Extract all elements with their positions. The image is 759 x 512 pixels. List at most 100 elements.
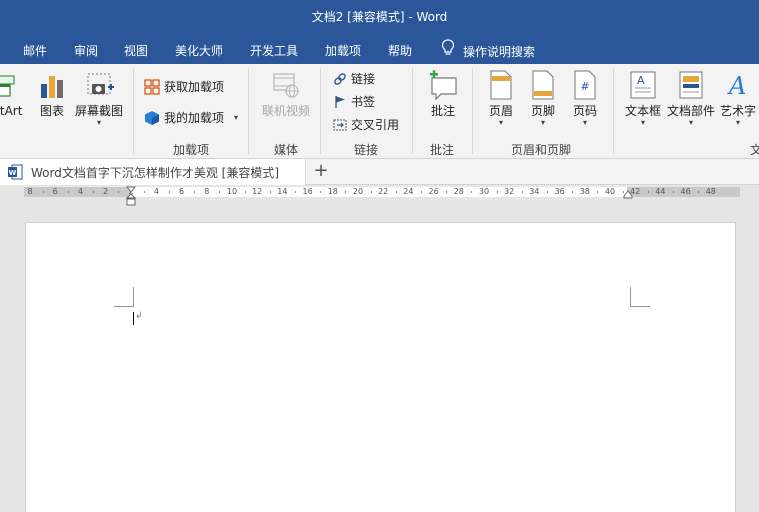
ruler-tick-label: 14: [277, 187, 288, 196]
ruler-tick-label: 30: [478, 187, 490, 196]
ruler-tick-label: 4: [77, 187, 83, 196]
ruler-tick: [421, 191, 422, 193]
ruler-tick: [673, 191, 674, 193]
ruler-tick: [395, 191, 397, 193]
tell-me-search[interactable]: 操作说明搜索: [441, 39, 536, 59]
screenshot-label: 屏幕截图: [74, 104, 123, 118]
bookmark-label: 书签: [351, 95, 376, 109]
page-number-label: 页码: [572, 104, 597, 118]
chart-button[interactable]: 图表: [36, 70, 68, 118]
get-addins-button[interactable]: 获取加载项: [144, 78, 224, 95]
page-number-button[interactable]: # 页码 ▾: [568, 70, 602, 128]
store-icon: [144, 78, 160, 95]
wordart-button[interactable]: A 艺术字 ▾: [718, 70, 758, 128]
online-video-label: 联机视频: [261, 104, 310, 118]
bookmark-flag-icon: [335, 95, 345, 108]
svg-text:#: #: [580, 80, 589, 93]
ruler-tick-label: 6: [52, 187, 58, 196]
header-label: 页眉: [488, 104, 513, 118]
ruler-tick-label: 10: [226, 187, 238, 196]
smartart-button[interactable]: artArt: [0, 70, 32, 118]
ruler-tick-label: 34: [529, 187, 540, 196]
header-button[interactable]: 页眉 ▾: [484, 70, 518, 128]
tab-view[interactable]: 视图: [124, 42, 148, 59]
chart-label: 图表: [39, 104, 64, 118]
tell-me-label: 操作说明搜索: [463, 44, 536, 59]
textbox-label: 文本框: [624, 104, 661, 118]
ruler-tick: [597, 191, 599, 193]
chevron-down-icon: ▾: [640, 118, 645, 127]
chevron-down-icon: ▾: [498, 118, 503, 127]
chevron-down-icon: ▾: [582, 118, 587, 127]
smartart-label: artArt: [0, 104, 23, 118]
film-globe-icon: [273, 73, 299, 98]
screenshot-button[interactable]: 屏幕截图 ▾: [72, 70, 126, 128]
tab-review[interactable]: 审阅: [74, 42, 98, 59]
bookmark-button[interactable]: 书签: [333, 93, 375, 110]
comment-label: 批注: [430, 104, 455, 118]
ruler-tick-label: 36: [554, 187, 565, 196]
group-separator: [248, 68, 249, 154]
ruler-tick: [698, 191, 700, 193]
group-label-links: 链接: [354, 143, 379, 157]
ruler-tick-label: 46: [680, 187, 691, 196]
chevron-down-icon: ▾: [735, 118, 740, 127]
tab-beautify-master[interactable]: 美化大师: [175, 42, 223, 59]
tab-developer[interactable]: 开发工具: [250, 42, 298, 59]
title-bar: 文档2 [兼容模式] - Word: [0, 0, 759, 32]
ruler-tick-label: 20: [352, 187, 364, 196]
svg-text:W: W: [9, 169, 17, 177]
group-label-addins: 加载项: [173, 143, 210, 157]
group-separator: [412, 68, 413, 154]
chevron-down-icon: ▾: [688, 118, 693, 127]
word-window: 文档2 [兼容模式] - Word 邮件 审阅 视图 美化大师 开发工具 加载项…: [0, 0, 759, 512]
chevron-down-icon: ▾: [234, 113, 239, 122]
cross-reference-icon: [333, 119, 347, 130]
ruler-tick: [521, 191, 523, 193]
wordart-icon: A: [727, 72, 746, 100]
cross-reference-button[interactable]: 交叉引用: [333, 116, 399, 133]
indent-marker-icon[interactable]: [126, 186, 136, 208]
ruler-tick: [471, 191, 473, 193]
addin-cube-icon: [145, 110, 159, 125]
online-video-button[interactable]: 联机视频: [258, 70, 314, 118]
ruler-tick-label: 48: [705, 187, 716, 196]
ruler-tick-label: 16: [302, 187, 313, 196]
ribbon-tab-bar: 邮件 审阅 视图 美化大师 开发工具 加载项 帮助 操作说明搜索: [0, 32, 759, 64]
ruler-tick-label: 38: [579, 187, 590, 196]
ruler-tick: [320, 191, 322, 193]
tab-addins[interactable]: 加载项: [325, 42, 361, 59]
my-addins-button[interactable]: 我的加载项 ▾: [144, 109, 238, 126]
footer-label: 页脚: [530, 104, 555, 118]
link-button[interactable]: 链接: [333, 70, 375, 87]
wordart-label: 艺术字: [719, 104, 756, 118]
right-indent-marker-icon[interactable]: [623, 190, 633, 200]
document-page[interactable]: ↲: [25, 222, 736, 512]
get-addins-label: 获取加载项: [164, 80, 225, 94]
ruler-tick-label: 40: [604, 187, 616, 196]
group-separator: [320, 68, 321, 154]
group-label-comments: 批注: [430, 143, 455, 157]
textbox-icon: A: [630, 71, 656, 99]
ruler-tick-label: 32: [504, 187, 515, 196]
document-tab-strip: W Word文档首字下沉怎样制作才美观 [兼容模式] +: [0, 159, 759, 185]
screenshot-icon: [87, 73, 114, 95]
window-title: 文档2 [兼容模式] - Word: [311, 10, 448, 24]
ribbon-insert: artArt 图表 屏幕截图 ▾: [0, 64, 759, 159]
ruler-tick-label: 6: [179, 187, 185, 196]
add-tab-button[interactable]: +: [309, 161, 333, 183]
group-separator: [613, 68, 614, 154]
group-label-header-footer: 页眉和页脚: [511, 143, 572, 157]
tab-help[interactable]: 帮助: [388, 42, 412, 59]
footer-button[interactable]: 页脚 ▾: [526, 70, 560, 128]
document-tab[interactable]: W Word文档首字下沉怎样制作才美观 [兼容模式]: [0, 159, 306, 185]
ruler-tick: [93, 191, 94, 193]
ruler-tick: [42, 191, 44, 193]
quick-parts-button[interactable]: 文档部件 ▾: [666, 70, 716, 128]
ruler-tick: [370, 191, 372, 193]
cross-reference-label: 交叉引用: [351, 118, 400, 132]
new-comment-button[interactable]: 批注: [424, 70, 462, 118]
ruler-tick-label: 22: [378, 187, 389, 196]
textbox-button[interactable]: A 文本框 ▾: [622, 70, 664, 128]
tab-mailings[interactable]: 邮件: [23, 42, 47, 59]
